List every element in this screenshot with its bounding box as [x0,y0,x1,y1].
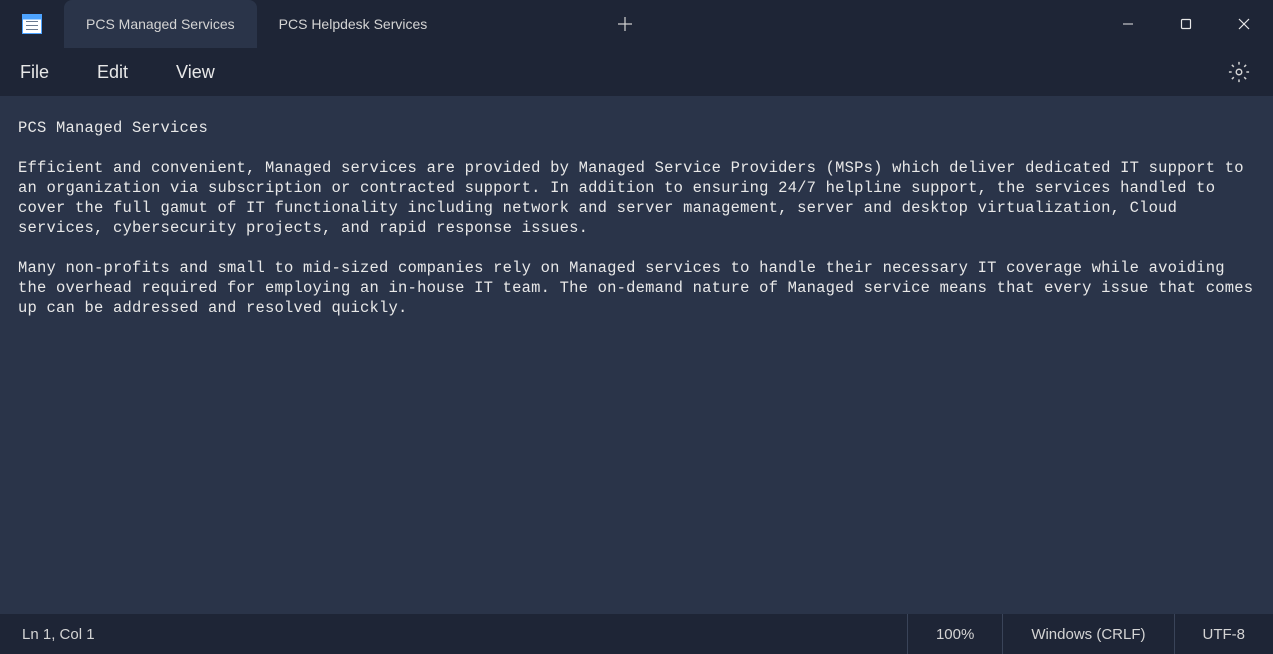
tab-label: PCS Helpdesk Services [279,16,428,32]
text-editor[interactable]: PCS Managed Services Efficient and conve… [0,96,1273,614]
tab-label: PCS Managed Services [86,16,235,32]
notepad-app-icon [22,14,42,34]
menu-file[interactable]: File [20,62,49,83]
menu-view[interactable]: View [176,62,215,83]
minimize-icon [1122,18,1134,30]
cursor-position[interactable]: Ln 1, Col 1 [0,626,95,643]
minimize-button[interactable] [1099,0,1157,48]
encoding[interactable]: UTF-8 [1174,614,1273,654]
tab-pcs-managed[interactable]: PCS Managed Services [64,0,257,48]
line-ending[interactable]: Windows (CRLF) [1002,614,1173,654]
close-icon [1238,18,1250,30]
status-bar: Ln 1, Col 1 100% Windows (CRLF) UTF-8 [0,614,1273,654]
menu-edit[interactable]: Edit [97,62,128,83]
settings-button[interactable] [1225,58,1253,86]
new-tab-button[interactable] [605,4,645,44]
gear-icon [1228,61,1250,83]
title-bar: PCS Managed Services PCS Helpdesk Servic… [0,0,1273,48]
menu-bar: File Edit View [0,48,1273,96]
maximize-button[interactable] [1157,0,1215,48]
maximize-icon [1180,18,1192,30]
window-controls [1099,0,1273,48]
close-button[interactable] [1215,0,1273,48]
tab-pcs-helpdesk[interactable]: PCS Helpdesk Services [257,0,597,48]
zoom-level[interactable]: 100% [907,614,1002,654]
plus-icon [617,16,633,32]
tabs-container: PCS Managed Services PCS Helpdesk Servic… [64,0,645,48]
